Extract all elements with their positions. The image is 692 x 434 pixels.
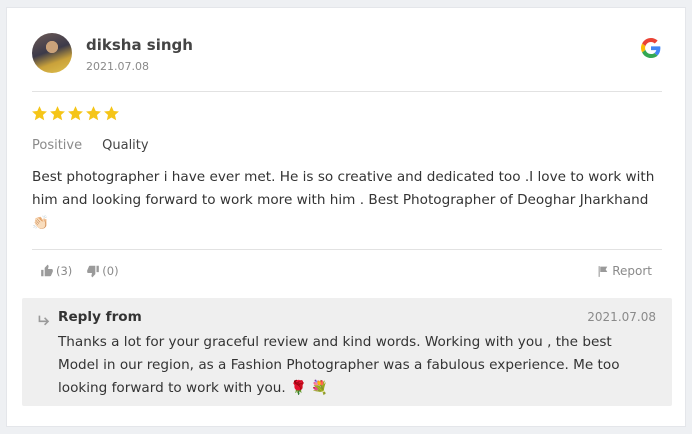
google-g-icon: [641, 38, 661, 58]
dislike-count: (0): [102, 264, 119, 278]
report-button[interactable]: Report: [597, 264, 652, 278]
report-label: Report: [612, 264, 652, 278]
review-date: 2021.07.08: [86, 60, 149, 73]
reply-title: Reply from: [58, 309, 142, 325]
like-count: (3): [56, 264, 73, 278]
review-card: diksha singh 2021.07.08 Positive Quality…: [6, 7, 686, 427]
star-icon: [104, 106, 119, 121]
thumbs-up-icon: [41, 264, 53, 277]
review-text: Best photographer i have ever met. He is…: [32, 169, 655, 231]
dislike-button[interactable]: (0): [86, 264, 119, 278]
reviewer-name[interactable]: diksha singh: [86, 36, 193, 54]
tag-quality: Quality: [102, 138, 149, 153]
tag-positive: Positive: [32, 138, 83, 153]
review-tags: Positive Quality: [32, 138, 149, 153]
reply-text: Thanks a lot for your graceful review an…: [58, 334, 620, 396]
flag-icon: [598, 265, 608, 277]
owner-reply: Reply from 2021.07.08 Thanks a lot for y…: [22, 298, 672, 406]
like-button[interactable]: (3): [40, 264, 72, 278]
header-divider: [32, 91, 662, 92]
star-icon: [68, 106, 83, 121]
star-rating: [31, 105, 120, 122]
review-actions: (3) (0): [40, 264, 119, 278]
star-icon: [86, 106, 101, 121]
star-icon: [32, 106, 47, 121]
reply-arrow-icon: [38, 315, 50, 326]
reply-date: 2021.07.08: [587, 310, 656, 324]
thumbs-down-icon: [87, 265, 100, 278]
avatar[interactable]: [32, 33, 72, 73]
body-divider: [32, 249, 662, 250]
star-icon: [50, 106, 65, 121]
